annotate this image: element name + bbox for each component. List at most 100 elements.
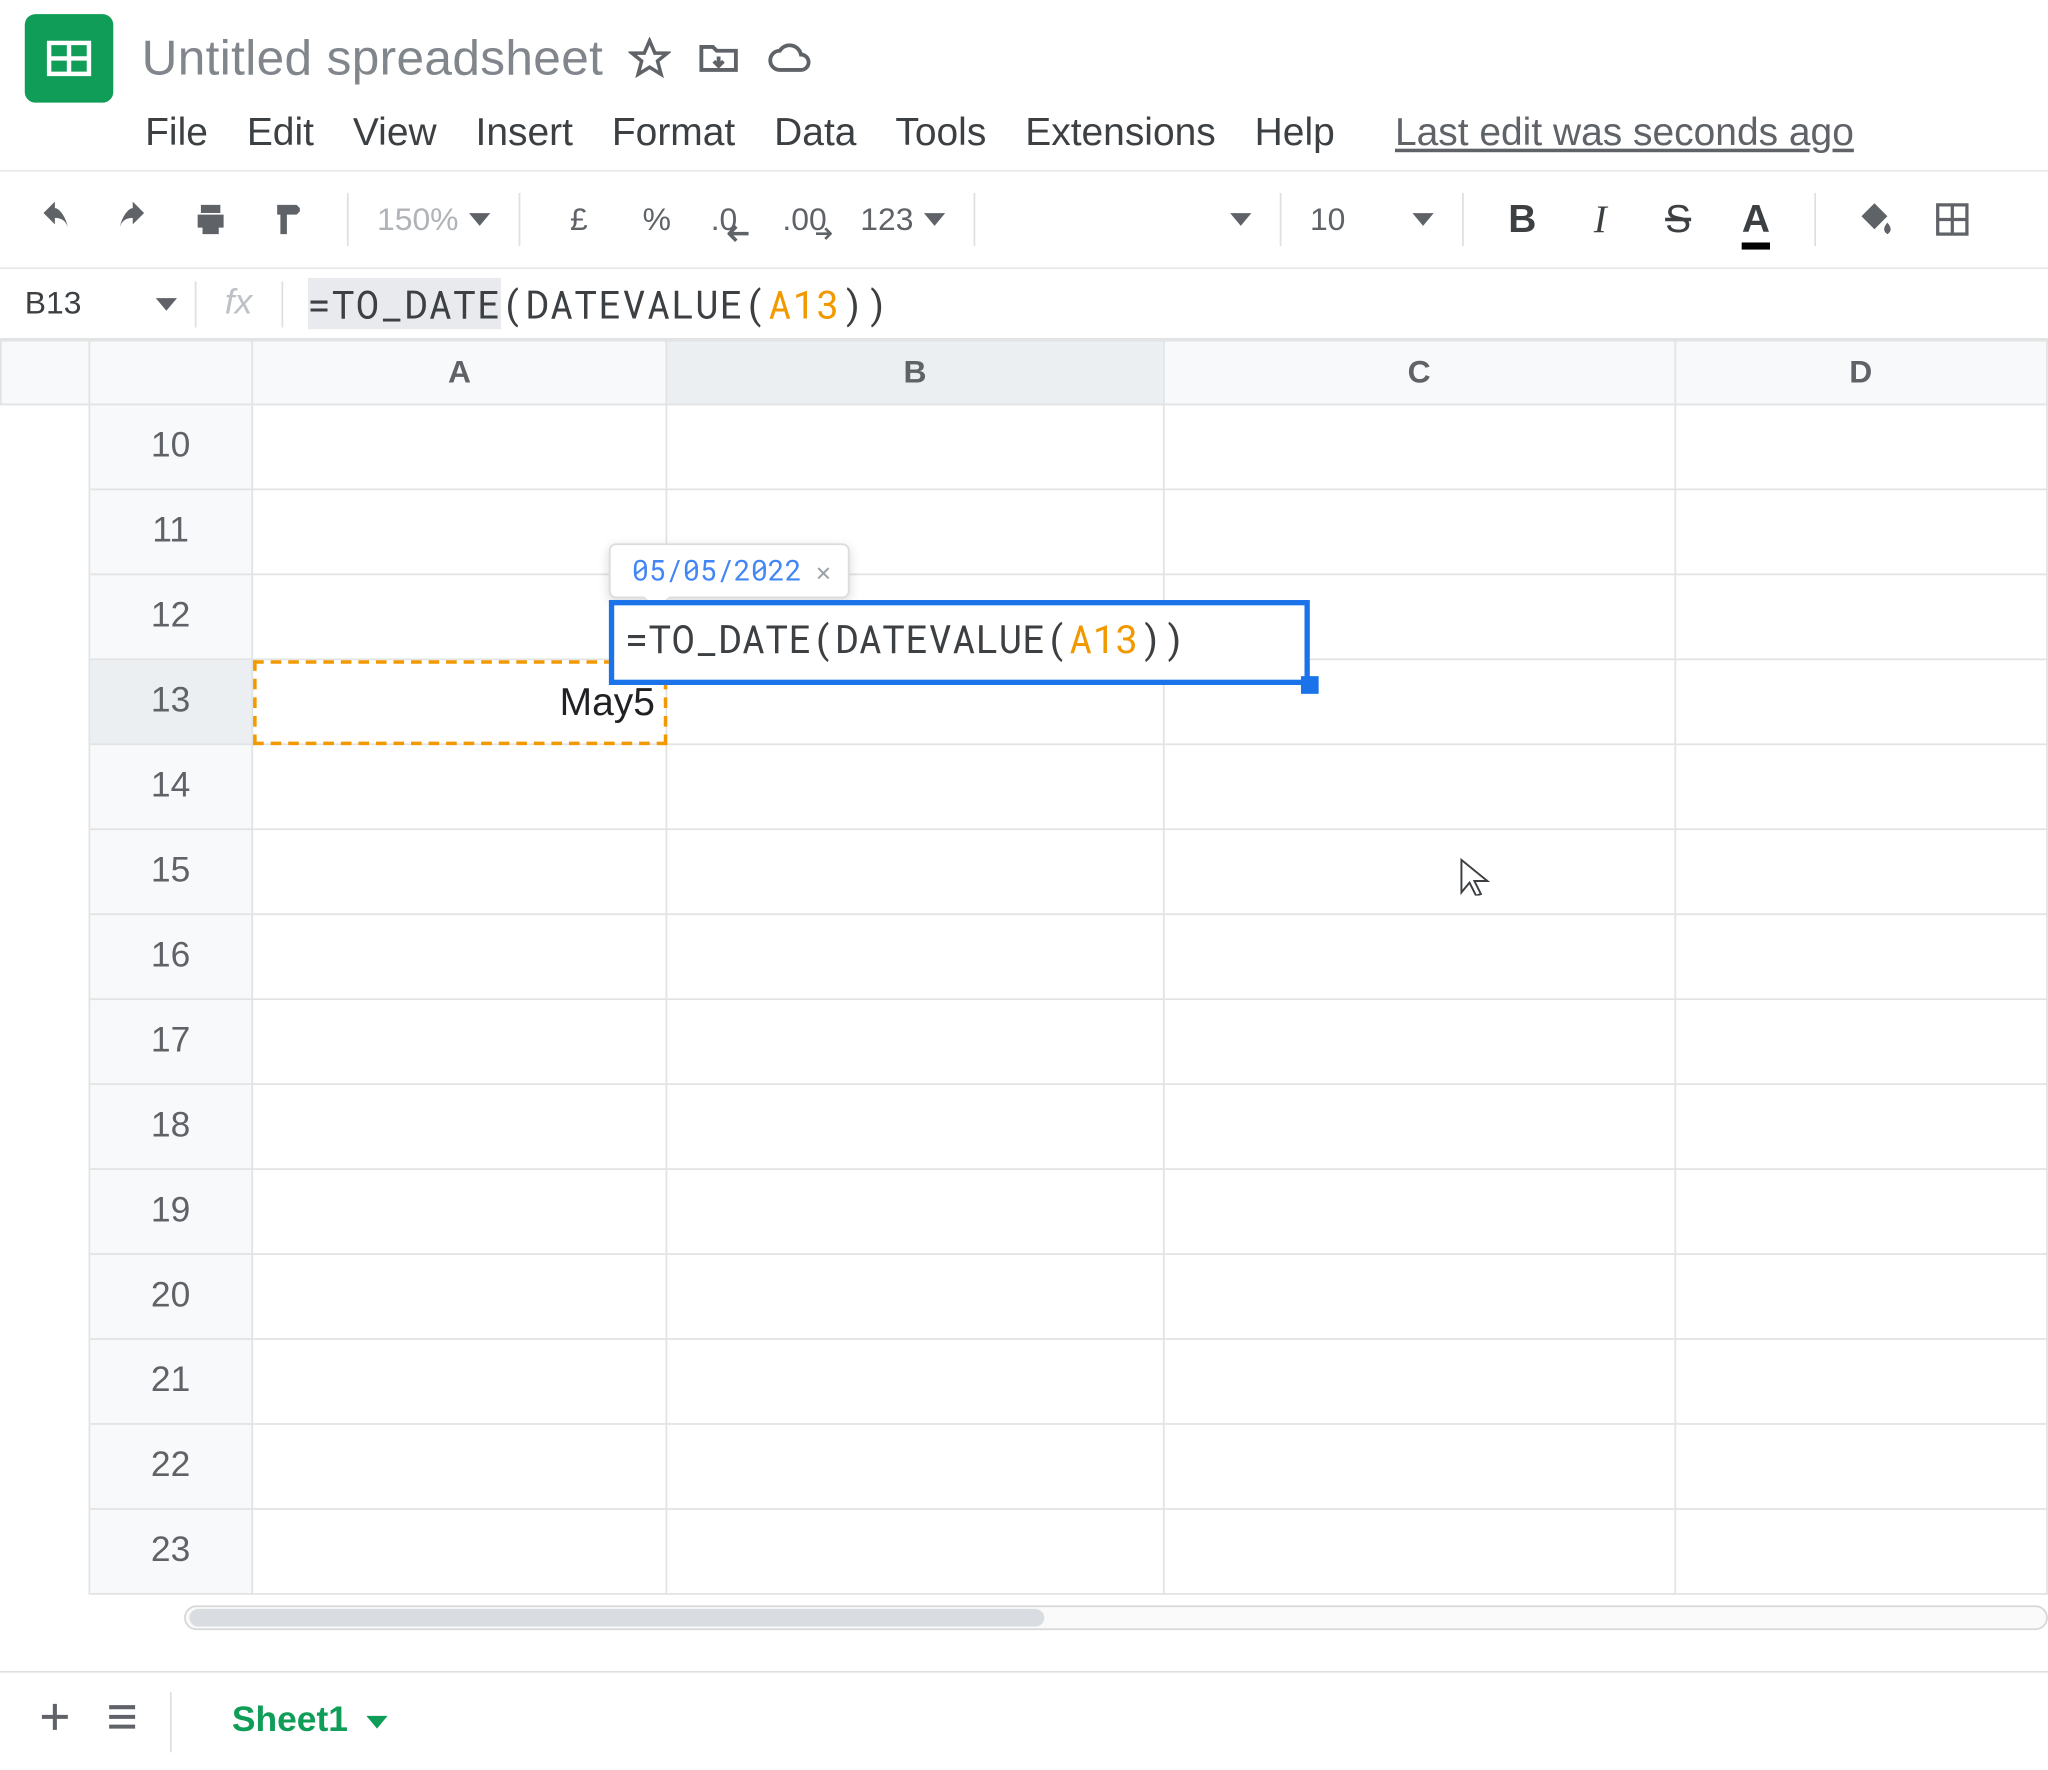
row-header[interactable]: 12: [89, 574, 253, 659]
cell[interactable]: [666, 1084, 1163, 1169]
cell[interactable]: [1164, 914, 1675, 999]
font-size-dropdown[interactable]: 10: [1310, 201, 1434, 238]
cell[interactable]: [253, 744, 667, 829]
cell-editor[interactable]: =TO_DATE(DATEVALUE(A13)): [609, 600, 1310, 685]
close-icon[interactable]: ✕: [816, 554, 831, 588]
cloud-status-icon[interactable]: [766, 35, 812, 81]
cell[interactable]: [1164, 489, 1675, 574]
last-edit-link[interactable]: Last edit was seconds ago: [1395, 110, 1854, 156]
cell[interactable]: [666, 1339, 1163, 1424]
cell[interactable]: [253, 999, 667, 1084]
cell[interactable]: [253, 489, 667, 574]
cell[interactable]: [666, 829, 1163, 914]
cell[interactable]: [1164, 1169, 1675, 1254]
cell[interactable]: [666, 404, 1163, 489]
add-sheet-button[interactable]: [35, 1697, 74, 1745]
percent-button[interactable]: %: [627, 189, 687, 249]
cell[interactable]: [1674, 404, 2047, 489]
cell[interactable]: [253, 914, 667, 999]
menu-file[interactable]: File: [145, 110, 208, 156]
row-header[interactable]: 21: [89, 1339, 253, 1424]
number-format-dropdown[interactable]: 123: [860, 201, 945, 238]
row-header[interactable]: 22: [89, 1424, 253, 1509]
row-header[interactable]: 13: [89, 659, 253, 744]
cell[interactable]: [1164, 744, 1675, 829]
cell[interactable]: [1674, 574, 2047, 659]
cell[interactable]: [1164, 1254, 1675, 1339]
increase-decimal-button[interactable]: .00: [782, 189, 842, 249]
fill-color-button[interactable]: [1845, 189, 1905, 249]
cell[interactable]: [253, 1084, 667, 1169]
cell[interactable]: [1674, 489, 2047, 574]
cell[interactable]: [666, 1254, 1163, 1339]
menu-insert[interactable]: Insert: [476, 110, 573, 156]
cell[interactable]: [253, 574, 667, 659]
cell[interactable]: [253, 1254, 667, 1339]
cell[interactable]: [253, 1509, 667, 1594]
cell[interactable]: [253, 829, 667, 914]
name-box[interactable]: B13: [0, 285, 195, 322]
bold-button[interactable]: B: [1492, 189, 1552, 249]
all-sheets-button[interactable]: [103, 1697, 142, 1745]
cell[interactable]: [666, 1424, 1163, 1509]
horizontal-scrollbar[interactable]: [184, 1600, 2048, 1635]
cell[interactable]: [666, 1169, 1163, 1254]
column-header[interactable]: B: [666, 341, 1163, 405]
cell[interactable]: [1674, 1254, 2047, 1339]
cell[interactable]: [1674, 1339, 2047, 1424]
cell[interactable]: [1674, 744, 2047, 829]
row-header[interactable]: 19: [89, 1169, 253, 1254]
paint-format-icon[interactable]: [258, 189, 318, 249]
cell[interactable]: [1674, 1424, 2047, 1509]
cell[interactable]: [1674, 1169, 2047, 1254]
italic-button[interactable]: I: [1570, 189, 1630, 249]
cell[interactable]: [1674, 1509, 2047, 1594]
star-icon[interactable]: [628, 37, 670, 79]
menu-tools[interactable]: Tools: [895, 110, 986, 156]
row-header[interactable]: 15: [89, 829, 253, 914]
menu-view[interactable]: View: [353, 110, 437, 156]
row-header[interactable]: 17: [89, 999, 253, 1084]
cell[interactable]: [666, 1509, 1163, 1594]
strikethrough-button[interactable]: S: [1648, 189, 1708, 249]
row-header[interactable]: 11: [89, 489, 253, 574]
menu-format[interactable]: Format: [612, 110, 735, 156]
column-header[interactable]: C: [1164, 341, 1675, 405]
formula-input[interactable]: =TO_DATE(DATEVALUE(A13)): [307, 278, 889, 329]
move-folder-icon[interactable]: [695, 35, 741, 81]
row-header[interactable]: 10: [89, 404, 253, 489]
borders-button[interactable]: [1922, 189, 1982, 249]
document-title[interactable]: Untitled spreadsheet: [142, 30, 604, 87]
cell[interactable]: [1164, 1424, 1675, 1509]
cell[interactable]: [1164, 999, 1675, 1084]
cell[interactable]: [253, 1424, 667, 1509]
sheet-tab[interactable]: Sheet1: [200, 1687, 419, 1756]
cell[interactable]: [1164, 1509, 1675, 1594]
cell[interactable]: [1164, 829, 1675, 914]
cell[interactable]: [666, 744, 1163, 829]
undo-icon[interactable]: [25, 189, 85, 249]
row-header[interactable]: 18: [89, 1084, 253, 1169]
zoom-dropdown[interactable]: 150%: [377, 201, 490, 238]
cell[interactable]: [666, 999, 1163, 1084]
print-icon[interactable]: [181, 189, 241, 249]
row-header[interactable]: 20: [89, 1254, 253, 1339]
sheets-logo[interactable]: [25, 14, 114, 103]
column-header[interactable]: A: [253, 341, 667, 405]
cell[interactable]: [1674, 914, 2047, 999]
cell[interactable]: [253, 404, 667, 489]
spreadsheet-grid[interactable]: ABCD 10111213May514151617181920212223: [0, 340, 2048, 1595]
cell[interactable]: [253, 1169, 667, 1254]
row-header[interactable]: 14: [89, 744, 253, 829]
cell[interactable]: [1674, 999, 2047, 1084]
decrease-decimal-button[interactable]: .0: [705, 189, 765, 249]
font-family-dropdown[interactable]: [1004, 209, 1252, 230]
cell[interactable]: [1164, 404, 1675, 489]
cell[interactable]: [1164, 1084, 1675, 1169]
row-header[interactable]: 23: [89, 1509, 253, 1594]
column-header[interactable]: D: [1674, 341, 2047, 405]
row-header[interactable]: 16: [89, 914, 253, 999]
redo-icon[interactable]: [103, 189, 163, 249]
cell[interactable]: [666, 914, 1163, 999]
menu-extensions[interactable]: Extensions: [1025, 110, 1215, 156]
